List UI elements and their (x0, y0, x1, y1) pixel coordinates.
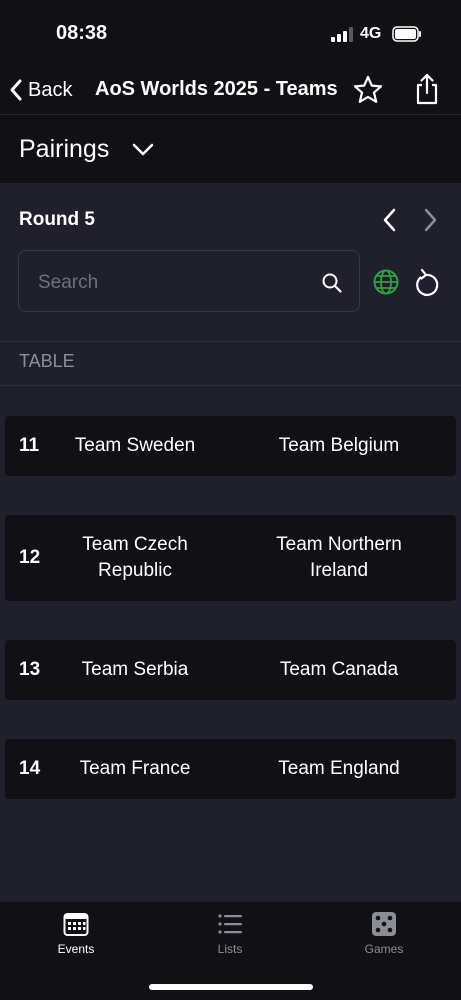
chevron-left-icon (10, 79, 22, 101)
navigation-bar: Back AoS Worlds 2025 - Teams (0, 64, 461, 114)
cellular-signal-icon (331, 27, 353, 42)
table-number: 14 (19, 758, 41, 779)
team-a-name: Team Sweden (74, 435, 196, 456)
back-button[interactable]: Back (8, 76, 72, 104)
team-a-name: Team Serbia (81, 659, 189, 680)
star-icon[interactable] (352, 74, 384, 106)
tab-games[interactable]: Games (334, 910, 434, 964)
table-number: 13 (19, 659, 41, 680)
team-b-name: Team Canada (279, 659, 399, 680)
view-selector-label: Pairings (19, 134, 110, 163)
next-round-icon[interactable] (418, 206, 442, 234)
round-title: Round 5 (19, 209, 95, 230)
pairing-row[interactable]: 11 Team Sweden Team Belgium (5, 416, 456, 476)
list-icon (218, 914, 242, 934)
pairing-row[interactable]: 12 Team Czech Republic Team Northern Ire… (5, 515, 456, 601)
team-a-name: Team Czech Republic (82, 534, 188, 581)
globe-icon[interactable] (372, 268, 400, 296)
share-icon[interactable] (412, 72, 442, 106)
dice-icon (372, 912, 396, 936)
table-column-header: TABLE (19, 351, 75, 371)
tab-events[interactable]: Events (26, 910, 126, 964)
network-type: 4G (360, 25, 382, 42)
divider (0, 385, 461, 386)
tab-label: Lists (217, 942, 243, 956)
tab-bar: Events Lists Games (0, 902, 461, 1000)
header-area: 08:38 4G Back AoS Worlds 2025 - Teams Pa… (0, 0, 461, 183)
team-b-name: Team Belgium (278, 435, 400, 456)
search-input[interactable] (38, 271, 308, 295)
divider (0, 341, 461, 342)
status-bar: 08:38 4G (0, 0, 461, 64)
table-number: 12 (19, 547, 41, 568)
pairing-row[interactable]: 13 Team Serbia Team Canada (5, 640, 456, 700)
team-b-name: Team England (278, 758, 400, 779)
search-icon[interactable] (320, 271, 344, 295)
page-title: AoS Worlds 2025 - Teams (95, 78, 338, 100)
view-selector-dropdown[interactable]: Pairings (19, 130, 155, 168)
pairing-row[interactable]: 14 Team France Team England (5, 739, 456, 799)
tab-label: Events (57, 942, 95, 956)
home-indicator (149, 984, 313, 990)
battery-icon (392, 26, 421, 42)
tab-label: Games (364, 942, 404, 956)
tab-lists[interactable]: Lists (180, 910, 280, 964)
search-box[interactable] (18, 250, 360, 312)
team-a-name: Team France (79, 758, 191, 779)
chevron-down-icon (133, 143, 154, 156)
back-label: Back (28, 78, 73, 101)
status-time: 08:38 (56, 22, 108, 44)
calendar-icon (63, 913, 89, 936)
refresh-icon[interactable] (412, 266, 440, 298)
divider (0, 114, 461, 115)
table-number: 11 (19, 435, 40, 456)
team-b-name: Team Northern Ireland (276, 534, 402, 581)
previous-round-icon[interactable] (378, 206, 402, 234)
